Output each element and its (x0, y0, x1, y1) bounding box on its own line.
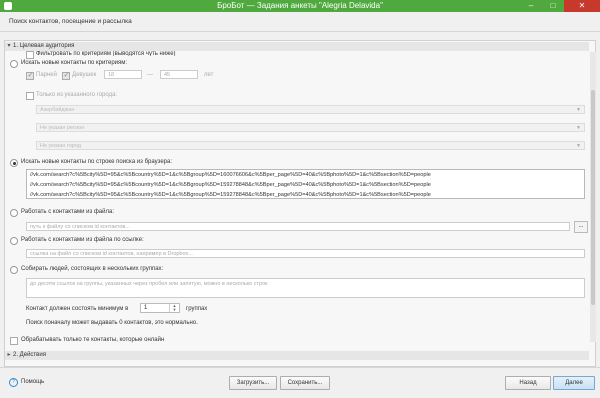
groups-radio[interactable] (10, 266, 18, 274)
city-select[interactable]: Не указан город ▼ (36, 141, 585, 150)
search-new-radio[interactable] (10, 60, 18, 68)
age-from-input[interactable]: 18 (104, 70, 142, 79)
expand-arrow-icon: ▸ (7, 352, 11, 358)
years-label: лет (204, 72, 214, 78)
chevron-down-icon: ▼ (576, 107, 581, 113)
groups-note: Поиск поначалу может выдавать 0 контакто… (26, 320, 198, 326)
city-only-checkbox[interactable] (26, 92, 34, 100)
minimize-icon[interactable]: – (520, 0, 542, 12)
age-dash: — (147, 72, 153, 78)
expand-arrow-icon: ▾ (7, 43, 11, 49)
chevron-down-icon: ▼ (576, 125, 581, 131)
file-link-input[interactable]: ссылка на файл со списком id контактов, … (26, 249, 585, 258)
groups-label: Собирать людей, состоящих в нескольких г… (21, 266, 164, 272)
url-line: //vk.com/search?c%5Bcity%5D=95&c%5Bcount… (30, 172, 431, 178)
next-button[interactable]: Далее (553, 376, 595, 390)
search-url-textarea[interactable]: //vk.com/search?c%5Bcity%5D=95&c%5Bcount… (26, 169, 585, 199)
min-groups-label: Контакт должен состоять минимум в (26, 306, 129, 312)
online-only-checkbox[interactable] (10, 337, 18, 345)
search-browser-label: Искать новые контакты по строке поиска и… (21, 159, 172, 165)
male-label: Парней (36, 72, 57, 78)
groups-word: группах (186, 306, 208, 312)
browse-file-button[interactable]: ... (574, 221, 588, 233)
help-link[interactable]: Помощь (21, 379, 44, 385)
file-path-input[interactable]: путь к файлу со списком id контактов... (26, 222, 570, 231)
chevron-down-icon: ▼ (576, 143, 581, 149)
divider (0, 31, 600, 32)
online-only-label: Обрабатывать только те контакты, которые… (21, 337, 165, 343)
window-title: БроБот — Задания анкеты "Alegria Delavid… (217, 1, 383, 10)
min-groups-stepper[interactable]: 1 ▲ ▼ (140, 303, 180, 313)
window-titlebar: БроБот — Задания анкеты "Alegria Delavid… (0, 0, 600, 12)
divider (0, 367, 600, 368)
save-button[interactable]: Сохранить... (280, 376, 330, 390)
male-checkbox[interactable] (26, 71, 34, 80)
url-line: //vk.com/search?c%5Bcity%5D=95&c%5Bcount… (30, 192, 431, 198)
load-button[interactable]: Загрузить... (229, 376, 277, 390)
url-line: //vk.com/search?c%5Bcity%5D=95&c%5Bcount… (30, 182, 431, 188)
city-only-label: Только из указанного города: (36, 92, 118, 98)
content-panel (4, 40, 596, 367)
from-link-radio[interactable] (10, 237, 18, 245)
search-browser-radio[interactable] (10, 159, 18, 167)
age-to-input[interactable]: 45 (160, 70, 198, 79)
scrollbar-thumb[interactable] (591, 90, 595, 305)
filter-checkbox[interactable] (26, 51, 34, 59)
filter-label: Фильтровать по критериям (выводятся чуть… (36, 51, 176, 56)
groups-textarea[interactable]: до десяти ссылок на группы, указанных че… (26, 278, 585, 298)
section-actions-header[interactable]: ▸ 2. Действия (5, 351, 589, 360)
female-label: Девушек (72, 72, 97, 78)
female-checkbox[interactable] (62, 71, 70, 80)
section-target-audience-header[interactable]: ▾ 1. Целевая аудитория (5, 42, 589, 51)
close-icon[interactable]: ✕ (564, 0, 600, 12)
stepper-arrows-icon[interactable]: ▲ ▼ (169, 304, 179, 312)
search-new-label: Искать новые контакты по критериям: (21, 60, 128, 66)
region-select[interactable]: Не указан регион ▼ (36, 123, 585, 132)
maximize-icon[interactable]: □ (542, 0, 564, 12)
from-file-label: Работать с контактами из файла: (21, 209, 114, 215)
country-select[interactable]: Азербайджан ▼ (36, 105, 585, 114)
footer: ? Помощь Загрузить... Сохранить... Назад… (0, 372, 600, 398)
from-link-label: Работать с контактами из файла по ссылке… (21, 237, 144, 243)
page-subtitle: Поиск контактов, посещение и рассылка (9, 18, 132, 25)
back-button[interactable]: Назад (505, 376, 551, 390)
from-file-radio[interactable] (10, 209, 18, 217)
help-icon[interactable]: ? (9, 378, 18, 387)
